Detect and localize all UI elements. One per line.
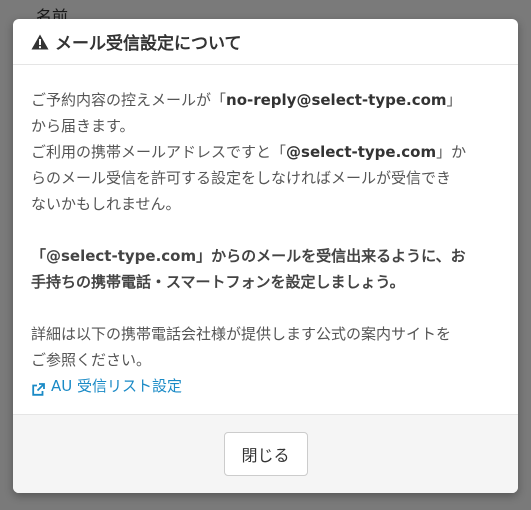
link-label: AU 受信リスト設定 xyxy=(51,377,183,395)
intro-paragraph: ご予約内容の控えメールが「no-reply@select-type.com」 か… xyxy=(31,87,500,217)
text: らのメール受信を許可する設定をしなければメールが受信でき xyxy=(31,169,452,187)
details-paragraph: 詳細は以下の携帯電話会社様が提供します公式の案内サイトを ご参照ください。 AU… xyxy=(31,321,500,405)
external-link-icon xyxy=(31,379,45,396)
text: から届きます。 xyxy=(31,117,135,135)
text: ご利用の携帯メールアドレスですと「 xyxy=(31,143,287,161)
instruction-paragraph: 「@select-type.com」からのメールを受信出来るように、お 手持ちの… xyxy=(31,243,500,295)
text: 詳細は以下の携帯電話会社様が提供します公式の案内サイトを xyxy=(31,325,452,343)
text: ないかもしれません。 xyxy=(31,195,181,213)
text: 「@select-type.com」からのメールを受信出来るように、お xyxy=(31,247,466,265)
sender-domain: @select-type.com xyxy=(286,143,437,161)
text: ご参照ください。 xyxy=(31,351,152,369)
mail-settings-dialog: メール受信設定について ご予約内容の控えメールが「no-reply@select… xyxy=(13,19,518,493)
close-button[interactable]: 閉じる xyxy=(223,432,308,476)
dialog-footer: 閉じる xyxy=(13,414,518,493)
text: ご予約内容の控えメールが「 xyxy=(31,91,227,109)
dialog-header: メール受信設定について xyxy=(13,19,518,65)
dialog-title: メール受信設定について xyxy=(55,34,242,54)
warning-icon xyxy=(31,34,49,50)
text: 」か xyxy=(436,143,467,161)
text: 手持ちの携帯電話・スマートフォンを設定しましょう。 xyxy=(31,273,405,291)
dialog-body: ご予約内容の控えメールが「no-reply@select-type.com」 か… xyxy=(13,65,518,405)
text: 」 xyxy=(446,91,462,109)
au-receive-list-link[interactable]: AU 受信リスト設定 xyxy=(31,373,182,399)
sender-email: no-reply@select-type.com xyxy=(226,91,447,109)
